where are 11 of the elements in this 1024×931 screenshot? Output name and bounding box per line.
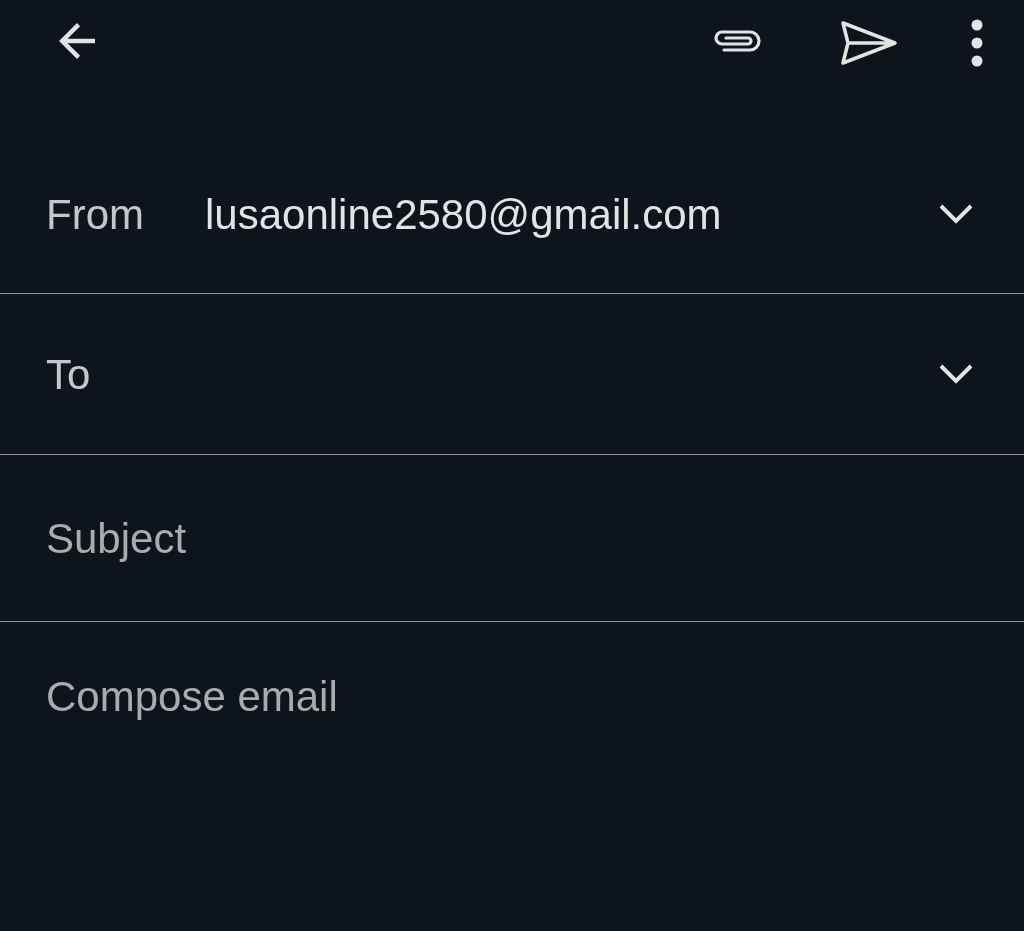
chevron-down-icon[interactable] bbox=[938, 363, 974, 385]
subject-field[interactable]: Subject bbox=[46, 506, 974, 570]
send-button[interactable] bbox=[840, 20, 898, 66]
sender-address[interactable]: lusaonline2580@gmail.com bbox=[205, 182, 938, 246]
send-icon bbox=[840, 20, 898, 66]
compose-body-field[interactable]: Compose email bbox=[46, 672, 978, 872]
more-vertical-icon bbox=[970, 18, 984, 68]
from-label: From bbox=[46, 189, 145, 240]
chevron-down-icon[interactable] bbox=[938, 203, 974, 225]
to-label: To bbox=[46, 350, 91, 398]
more-options-button[interactable] bbox=[970, 18, 984, 68]
